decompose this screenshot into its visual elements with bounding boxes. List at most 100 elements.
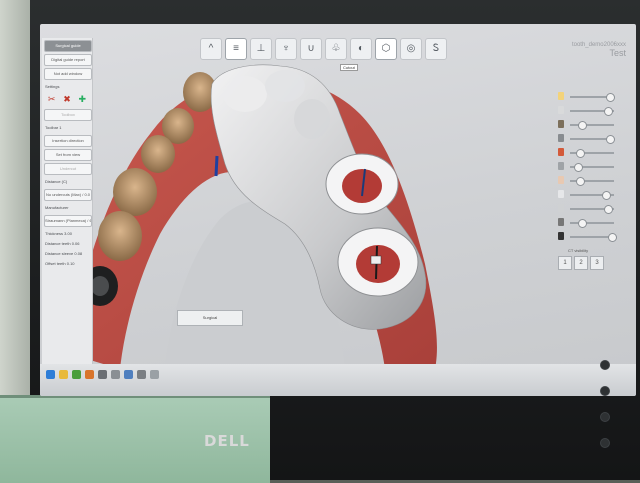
guide-icon [558, 106, 564, 114]
visibility-slider-implant[interactable] [558, 118, 628, 132]
visibility-slider-arch[interactable] [558, 90, 628, 104]
visibility-slider-sleeve[interactable] [558, 132, 628, 146]
taskbar-app-icon[interactable] [59, 370, 68, 379]
implant-icon [558, 120, 564, 128]
manufacturer-heading: Manufacturer [45, 205, 69, 210]
sleeve-ring [337, 227, 419, 297]
undercut-button[interactable]: Undercut [44, 163, 92, 175]
arch-tool-icon[interactable]: ∪ [300, 38, 322, 60]
cutout-tool-icon[interactable]: ⬡ [375, 38, 397, 60]
monitor-screen: Surgical guide Digital guide report Not … [40, 24, 636, 396]
add-window-button[interactable]: Not add window [44, 68, 92, 80]
slider-knob[interactable] [578, 219, 587, 228]
arch-icon [558, 92, 564, 100]
measure-row: Thickness 3.00 [45, 231, 72, 236]
monitor-brand-logo: DELL [204, 432, 250, 450]
settings-heading: Settings [45, 84, 60, 89]
manufacturer-select[interactable]: Straumann (Planmeca) / 6.0 [44, 215, 92, 227]
edit-icons-row: ✂ ✖ ✚ [42, 92, 92, 107]
slider-knob[interactable] [578, 121, 587, 130]
slider-knob[interactable] [606, 93, 615, 102]
viewport-3d[interactable] [40, 24, 636, 364]
page-buttons: 123 [558, 256, 628, 270]
cut-icon[interactable]: ✂ [48, 95, 56, 104]
slider-knob[interactable] [576, 177, 585, 186]
monitor-buttons [598, 360, 612, 470]
implant-tool-icon[interactable]: ♆ [275, 38, 297, 60]
sleeve-icon [558, 134, 564, 142]
slider-knob[interactable] [576, 149, 585, 158]
monitor-button[interactable] [600, 438, 610, 448]
left-tool-panel: Surgical guide Digital guide report Not … [42, 38, 93, 368]
slider-knob[interactable] [604, 107, 613, 116]
slider-track[interactable] [570, 124, 614, 126]
visibility-slider-guide[interactable] [558, 104, 628, 118]
visibility-panel: CT visibility 1 2 3 [558, 90, 628, 270]
viewport-label: Surgical [177, 310, 243, 326]
ct-visibility-label: CT visibility [568, 248, 589, 253]
page-button-3[interactable]: 3 [590, 256, 604, 270]
page-button-2[interactable]: 2 [574, 256, 588, 270]
taskbar-app-icon[interactable] [98, 370, 107, 379]
top-toolbar: ^ ≡ ⊥ ♆ ∪ ♧ ◐ ⬡ ◎ Ꮪ [200, 38, 447, 62]
os-taskbar [40, 364, 636, 396]
ct-icon [558, 162, 564, 170]
visibility-slider-brightness[interactable] [558, 216, 628, 230]
slider-track[interactable] [570, 222, 614, 224]
measure-row: Distance teeth 0.06 [45, 241, 80, 246]
taskbar-app-icon[interactable] [46, 370, 55, 379]
ball-tool-icon[interactable]: ◎ [400, 38, 422, 60]
toolbar-heading: Toolbar 1 [45, 125, 62, 130]
toolbox-button[interactable]: Toolbox [44, 109, 92, 121]
monitor-button[interactable] [600, 386, 610, 396]
taskbar-app-icon[interactable] [150, 370, 159, 379]
measure-row: Offset teeth 0.10 [45, 261, 75, 266]
visibility-slider-antagonist[interactable] [558, 174, 628, 188]
bone-icon [558, 204, 564, 212]
slider-knob[interactable] [606, 135, 615, 144]
monitor-button[interactable] [600, 412, 610, 422]
add-icon[interactable]: ✚ [79, 95, 87, 104]
surgical-guide-button[interactable]: Surgical guide [44, 40, 92, 52]
delete-icon[interactable]: ✖ [63, 95, 71, 104]
gingiva-icon [558, 148, 564, 156]
slider-knob[interactable] [608, 233, 617, 242]
slider-knob[interactable] [602, 191, 611, 200]
guide-outline-tool-icon[interactable]: ≡ [225, 38, 247, 60]
taskbar-app-icon[interactable] [72, 370, 81, 379]
slider-knob[interactable] [574, 163, 583, 172]
taskbar-app-icon[interactable] [111, 370, 120, 379]
visibility-slider-bone[interactable] [558, 202, 628, 216]
sphere-tool-icon[interactable]: ◐ [350, 38, 372, 60]
undercut-select[interactable]: No undercuts (Max) / 0.0 [44, 189, 92, 201]
visibility-slider-ct[interactable] [558, 160, 628, 174]
drill-tool-icon[interactable]: ⊥ [250, 38, 272, 60]
tooth [113, 168, 157, 216]
collapse-toolbar-icon[interactable]: ^ [200, 38, 222, 60]
tooth-tool-icon[interactable]: ♧ [325, 38, 347, 60]
visibility-slider-teeth[interactable] [558, 188, 628, 202]
set-from-view-button[interactable]: Set from view [44, 149, 92, 161]
visibility-slider-gingiva[interactable] [558, 146, 628, 160]
antagonist-icon [558, 176, 564, 184]
guide-report-button[interactable]: Digital guide report [44, 54, 92, 66]
tooth [141, 135, 175, 173]
page-button-1[interactable]: 1 [558, 256, 572, 270]
toolbar-tooltip: Cutout [340, 64, 358, 71]
monitor-button[interactable] [600, 360, 610, 370]
drill-axis-pin [214, 155, 219, 177]
measure-row: Distance sleeve 0.08 [45, 251, 83, 256]
text-tool-icon[interactable]: Ꮪ [425, 38, 447, 60]
taskbar-app-icon[interactable] [137, 370, 146, 379]
sleeve-ring [325, 153, 399, 215]
contrast-icon [558, 232, 564, 240]
distance-label: Distance (C) [45, 179, 68, 184]
taskbar-icons [40, 364, 636, 379]
slider-knob[interactable] [604, 205, 613, 214]
visibility-slider-contrast[interactable] [558, 230, 628, 244]
taskbar-app-icon[interactable] [124, 370, 133, 379]
insertion-direction-button[interactable]: Insertion direction [44, 135, 92, 147]
taskbar-app-icon[interactable] [85, 370, 94, 379]
project-title: tooth_demo2006xxx Test [572, 42, 626, 58]
tooth [98, 211, 142, 261]
